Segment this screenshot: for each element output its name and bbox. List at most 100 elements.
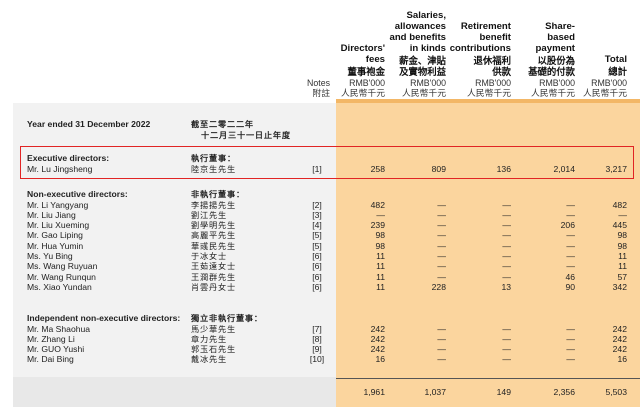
amount-cell: 11 [618,251,627,261]
amount-cell: — [566,261,575,272]
column-header-en-line: allowances [394,21,446,32]
note-ref: [6] [312,281,322,292]
director-name-en: Mr. Zhang Li [27,333,75,344]
amount-cell: 228 [431,281,446,292]
director-name-cn: 王潤群先生 [191,271,236,282]
table-row: Mr. Gao Liping 高麗平先生 [5] 98 — — — 98 [0,230,640,241]
amount-cell: 90 [565,281,575,292]
amount-cell: — [566,230,575,241]
column-header-en-line: benefit [479,32,511,43]
column-header-cn-line: 以股份為 [537,56,575,67]
column-header-cn-line: 及實物利益 [399,67,446,78]
column-header-cn-line: 薪金、津貼 [399,56,446,67]
amount-cell: 57 [617,271,627,282]
column-unit-en: RMB'000 [410,78,446,88]
amount-cell: 98 [617,230,627,241]
table-row: Ms. Yu Bing 于冰女士 [6] 11 — — — 11 [0,251,640,262]
amount-cell: — [437,251,446,261]
amount-cell: — [566,344,575,355]
amount-cell: 11 [376,251,385,261]
note-ref: [4] [312,220,322,231]
amount-cell: — [618,209,627,220]
director-name-en: Ms. Xiao Yundan [27,281,92,292]
amount-cell: — [502,333,511,344]
total-cell: 5,503 [605,387,627,397]
column-unit-cn: 人民幣千元 [402,89,446,99]
amount-cell: 242 [612,333,627,344]
total-cell: 1,961 [363,387,385,397]
column-unit-en: RMB'000 [591,78,627,88]
director-name-cn: 華彧民先生 [191,240,236,251]
amount-cell: 206 [560,220,575,231]
amount-cell: — [437,354,446,365]
director-name-cn: 劉江先生 [191,209,227,220]
director-name-cn: 高麗平先生 [191,230,236,241]
director-name-cn: 肖雲丹女士 [191,281,236,292]
amount-cell: — [437,230,446,241]
column-header-en-line: based [547,32,575,43]
amount-cell: — [437,344,446,355]
total-row: 1,961 1,037 149 2,356 5,503 [0,387,640,398]
amount-cell: — [437,220,446,231]
director-name-cn: 馬少華先生 [191,323,236,334]
director-name-en: Mr. Wang Runqun [27,271,96,282]
amount-cell: 242 [612,323,627,334]
director-name-cn: 郭玉石先生 [191,344,236,355]
table-row: Mr. Ma Shaohua 馬少華先生 [7] 242 — — — 242 [0,324,640,335]
director-name-en: Mr. Liu Xueming [27,220,90,231]
amount-cell: — [566,333,575,344]
non-executive-title-cn: 非執行董事： [191,189,245,199]
total-rule [336,378,640,379]
amount-cell: 482 [370,199,385,210]
amount-cell: 239 [370,220,385,231]
amount-cell: — [437,271,446,282]
amount-cell: — [502,271,511,282]
period-row-2: 十二月三十一日止年度 [0,130,640,141]
amount-cell: 98 [375,240,385,251]
amount-cell: 11 [376,271,385,282]
director-name-en: Mr. Li Yangyang [27,199,89,210]
amount-cell: — [437,199,446,210]
period-cn-line1: 截至二零二二年 [191,119,254,129]
column-header-cn-line: 基礎的付款 [528,67,575,78]
director-name-cn: 戴冰先生 [191,354,227,365]
column-unit-en: RMB'000 [539,78,575,88]
column-header-en-line: Retirement [460,21,511,32]
table-row: Mr. Zhang Li 章力先生 [8] 242 — — — 242 [0,334,640,345]
note-ref: [3] [312,209,322,220]
amount-cell: — [437,261,446,272]
independent-title-en: Independent non-executive directors: [27,313,181,323]
amount-cell: — [502,323,511,334]
amount-cell: 482 [612,199,627,210]
column-header-en-line: and benefits [389,32,446,43]
amount-cell: — [502,261,511,272]
director-name-cn: 李揚揚先生 [191,199,236,210]
table-row: Ms. Xiao Yundan 肖雲丹女士 [6] 11 228 13 90 342 [0,282,640,293]
director-name-en: Mr. Hua Yumin [27,240,84,251]
note-ref: [7] [312,323,322,334]
amount-cell: 342 [612,281,627,292]
table-row: Ms. Wang Ruyuan 王茹遠女士 [6] 11 — — — 11 [0,261,640,272]
total-cell: 1,037 [424,387,446,397]
column-unit-en: RMB'000 [475,78,511,88]
amount-cell: — [437,333,446,344]
total-cell: 2,356 [553,387,575,397]
director-name-en: Ms. Yu Bing [27,251,73,261]
amount-cell: 11 [376,261,385,272]
amount-cell: — [566,209,575,220]
note-ref: [9] [312,344,322,355]
amount-cell: 242 [370,323,385,334]
column-header-en-line: payment [535,43,575,54]
period-cn-line2: 十二月三十一日止年度 [201,130,291,140]
table-row: Mr. Wang Runqun 王潤群先生 [6] 11 — — 46 57 [0,272,640,283]
column-header-en-line: fees [365,54,385,65]
column-header-en-line: contributions [449,43,511,54]
note-ref: [6] [312,251,322,261]
director-name-en: Mr. Liu Jiang [27,209,76,220]
amount-cell: — [566,251,575,261]
column-header-en-line: Share- [545,21,575,32]
amount-cell: — [502,220,511,231]
note-ref: [8] [312,333,322,344]
column-header-cn-line: 董事袍金 [347,67,385,78]
director-name-en: Mr. Gao Liping [27,230,83,241]
